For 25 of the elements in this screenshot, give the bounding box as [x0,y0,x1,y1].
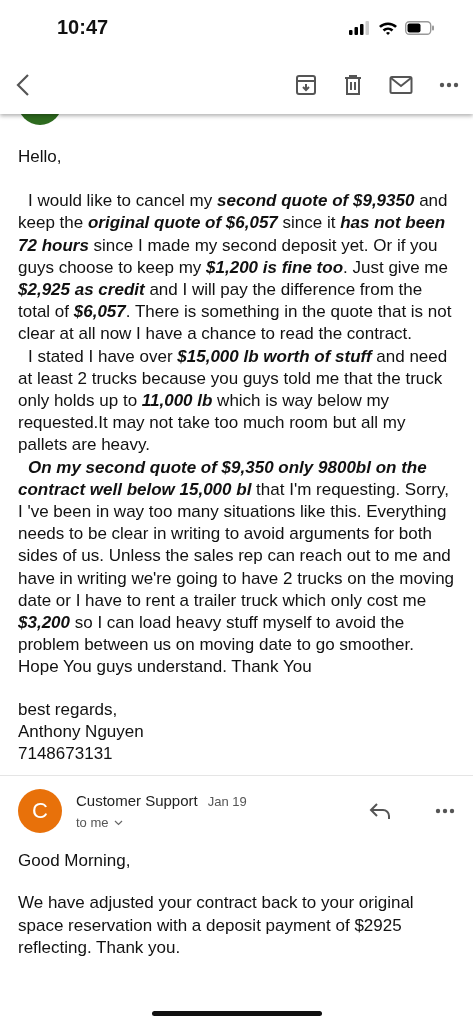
battery-icon [405,21,435,35]
message-paragraph: I would like to cancel my second quote of $9,9350 and keep the original quote of $6,057 since it has not been 72 hours since I made my second deposit yet. Or if you guys choose to keep my $1,200 is fine too. Just give me $2,925 as credit and I will pay the difference from the total of $6,057. There is something in the quote that is not clear at all now I have a chance to read the contract. [18,190,453,346]
message-paragraph: We have adjusted your contract back to your original space reservation with a deposit payment of $2925 reflecting. Thank you. [18,892,415,959]
reply-button[interactable] [369,802,391,821]
signal-icon [349,21,371,35]
back-button[interactable] [16,73,30,97]
signature-line: 7148673131 [18,743,114,766]
message-paragraph: I stated I have over $15,000 lb worth of stuff and need at least 2 trucks because you guys told me that the truck only holds up to 11,000 lb which is way below my requested.It may not take too much room but all my pallets are heavy. [18,345,449,457]
chevron-icon [113,819,123,826]
mail-button[interactable] [389,75,413,95]
recipient-dropdown[interactable]: to me [76,815,123,831]
greeting-text: Hello, [18,146,63,168]
delete-button[interactable] [343,74,363,96]
more-button[interactable] [439,82,459,88]
signature-line: best regards, [18,698,119,721]
archive-button[interactable] [295,74,317,96]
greeting-text: Good Morning, [18,850,132,873]
signature-line: Anthony Nguyen [18,720,145,743]
message-date: Jan 19 [207,794,247,810]
message-paragraph: On my second quote of $9,350 only 9800bl on the contract well below 15,000 bl that I'm requesting. Sorry, I 've been in way too many situations like this. Everything needs to be clear in writing to avoid arguments for both sides of us. Unless the sales rep can reach out to me and have in writing we're going to have 2 trucks on the moving date or I have to rent a trailer truck which only cost me $3,200 so I can load heavy stuff myself to avoid the problem between us on moving date to go smoother. Hope You guys understand. Thank You [18,456,455,679]
sender-name: Customer Support [76,792,198,810]
wifi-icon [378,21,398,35]
more-button[interactable] [435,808,455,815]
avatar-letter: C [32,798,48,825]
clock: 10:47 [57,16,109,39]
